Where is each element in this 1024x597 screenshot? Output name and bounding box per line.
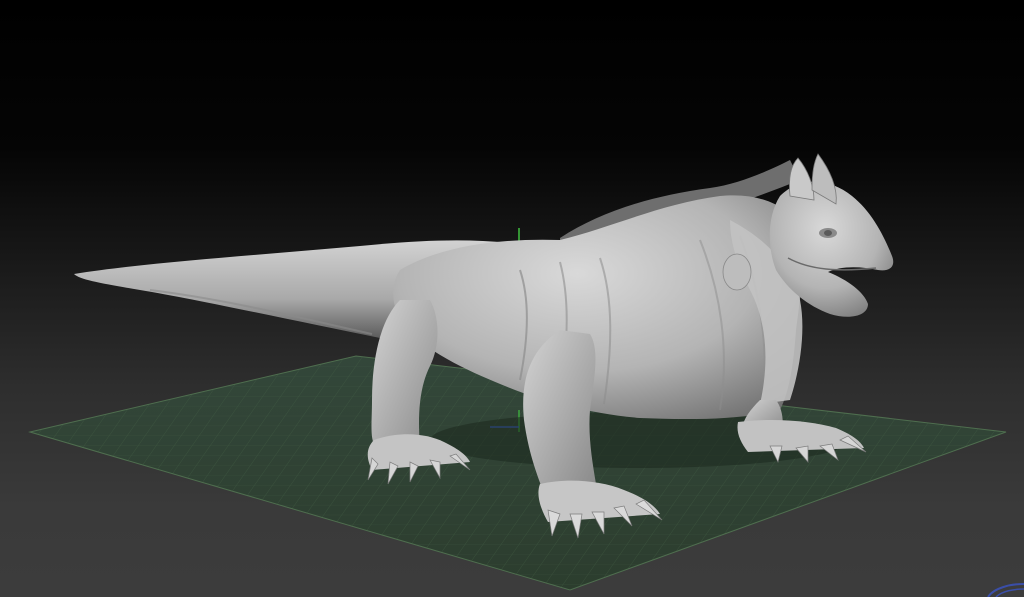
3d-viewport[interactable] [0,0,1024,597]
scene-canvas[interactable] [0,0,1024,597]
orientation-gizmo-icon[interactable] [987,583,1024,597]
floor-grid [28,355,1007,591]
model-horn-left [789,157,815,201]
